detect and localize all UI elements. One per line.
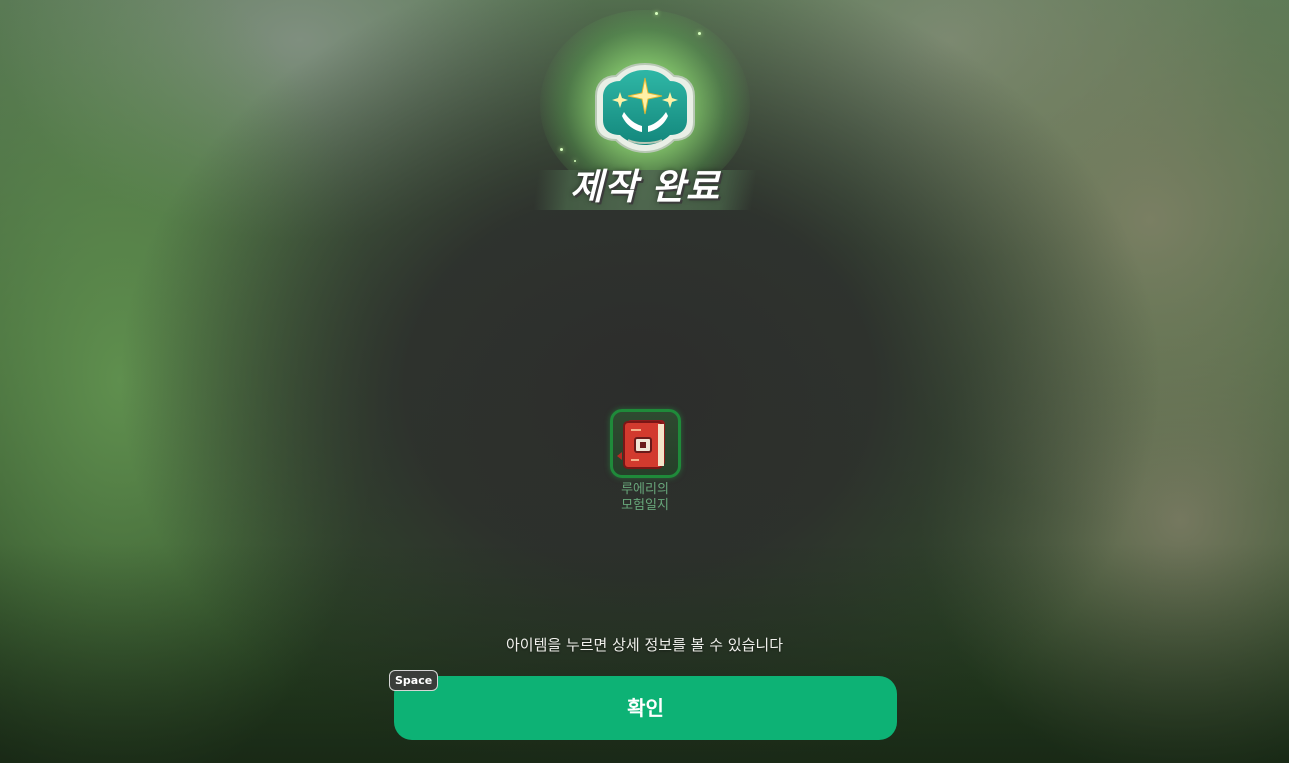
crafted-item-slot[interactable]	[610, 409, 681, 478]
page-title: 제작 완료	[569, 167, 720, 208]
item-name-line2: 모험일지	[621, 498, 669, 513]
item-detail-hint: 아이템을 누르면 상세 정보를 볼 수 있습니다	[505, 636, 783, 654]
sparkle	[698, 32, 701, 35]
item-name: 루에리의 모험일지	[595, 482, 695, 514]
sparkle	[574, 160, 576, 162]
item-name-line1: 루에리의	[621, 482, 669, 497]
crafting-emblem-icon	[590, 60, 700, 155]
red-book-icon	[617, 420, 665, 469]
sparkle	[560, 148, 563, 151]
sparkle	[655, 12, 658, 15]
confirm-button[interactable]: 확인	[394, 676, 897, 740]
crafting-complete-screen: 제작 완료 루에리의 모험일지 아이템을 누르면 상세 정보를 볼 수 있습니다…	[0, 0, 1289, 763]
space-key-badge: Space	[389, 670, 439, 691]
